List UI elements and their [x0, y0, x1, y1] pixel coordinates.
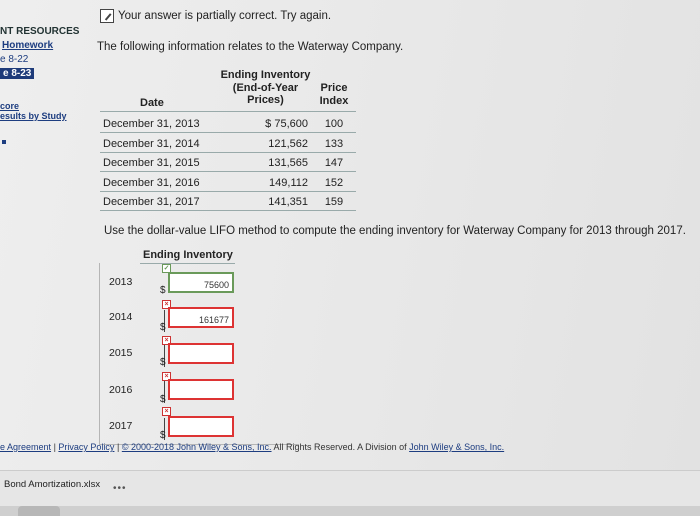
row-inventory: $ 75,600 — [265, 118, 308, 130]
currency-symbol: $ — [160, 430, 166, 441]
bottom-strip — [0, 506, 700, 516]
footer-rights-text: All Rights Reserved. A Division of — [273, 442, 407, 452]
status-message: Your answer is partially correct. Try ag… — [118, 10, 332, 22]
row-divider — [100, 132, 356, 133]
row-date: December 31, 2013 — [103, 118, 200, 130]
currency-symbol: $ — [160, 285, 166, 296]
currency-symbol: $ — [160, 322, 166, 333]
answer-year-2014: 2014 — [109, 311, 133, 323]
answer-year-2016: 2016 — [109, 384, 133, 396]
privacy-policy-link[interactable]: Privacy Policy — [58, 442, 114, 452]
column-header-date: Date — [140, 97, 164, 109]
column-header-price-index: Price Index — [314, 82, 354, 107]
answer-year-2017: 2017 — [109, 420, 133, 432]
row-index: 152 — [324, 177, 344, 189]
column-header-inventory: Ending Inventory (End-of-Year Prices) — [208, 69, 323, 107]
row-index: 100 — [324, 118, 344, 130]
column-header-inventory-line1: Ending Inventory — [220, 69, 311, 81]
row-date: December 31, 2017 — [103, 196, 200, 208]
row-inventory: 121,562 — [268, 138, 308, 150]
row-date: December 31, 2016 — [103, 177, 200, 189]
footer-separator: | — [53, 442, 56, 452]
answer-grid-left-line — [99, 263, 100, 445]
currency-symbol: $ — [160, 357, 166, 368]
answer-header-divider — [140, 263, 235, 264]
incorrect-x-icon: × — [162, 407, 171, 416]
answer-status: Your answer is partially correct. Try ag… — [100, 9, 331, 23]
row-inventory: 141,351 — [268, 196, 308, 208]
more-options-icon[interactable]: ••• — [113, 483, 127, 494]
copyright-link[interactable]: © 2000-2018 John Wiley & Sons, Inc. — [122, 442, 272, 452]
sidebar-score-label: core — [0, 101, 20, 111]
license-agreement-link[interactable]: e Agreement — [0, 442, 51, 452]
row-divider — [100, 171, 356, 172]
answer-year-2015: 2015 — [109, 347, 133, 359]
row-divider — [100, 152, 356, 153]
sidebar-item-e-8-22[interactable]: e 8-22 — [0, 54, 28, 65]
bottom-tab — [18, 506, 60, 516]
row-inventory: 131,565 — [268, 157, 308, 169]
footer-separator: | — [116, 442, 120, 452]
table-bottom-divider — [100, 210, 356, 211]
answer-column-header: Ending Inventory — [143, 249, 233, 261]
row-index: 133 — [324, 138, 344, 150]
problem-intro: The following information relates to the… — [97, 41, 404, 53]
homework-page: NT RESOURCES Homework e 8-22 e 8-23 core… — [0, 0, 700, 516]
ending-inventory-2015-input[interactable] — [168, 343, 234, 364]
ending-inventory-2014-input[interactable] — [168, 307, 234, 328]
column-header-price-index-line1: Price — [320, 82, 348, 94]
table-header-divider — [100, 111, 356, 112]
sidebar-homework-link[interactable]: Homework — [2, 40, 53, 51]
column-header-inventory-line3: Prices) — [247, 94, 284, 106]
ending-inventory-2013-input[interactable] — [168, 272, 234, 293]
ending-inventory-2016-input[interactable] — [168, 379, 234, 400]
problem-instruction: Use the dollar-value LIFO method to comp… — [104, 225, 686, 237]
column-header-price-index-line2: Index — [319, 94, 349, 107]
row-date: December 31, 2014 — [103, 138, 200, 150]
row-index: 159 — [324, 196, 344, 208]
ending-inventory-2017-input[interactable] — [168, 416, 234, 437]
sidebar-heading: NT RESOURCES — [0, 26, 80, 37]
row-inventory: 149,112 — [269, 177, 308, 189]
sidebar-results-link[interactable]: esults by Study — [0, 111, 67, 121]
row-index: 147 — [324, 157, 344, 169]
page-footer: e Agreement | Privacy Policy | © 2000-20… — [0, 442, 504, 452]
sidebar-marker — [2, 140, 6, 144]
row-date: December 31, 2015 — [103, 157, 200, 169]
currency-symbol: $ — [160, 394, 166, 405]
sidebar-item-e-8-23[interactable]: e 8-23 — [0, 68, 35, 79]
download-item-filename[interactable]: Bond Amortization.xlsx — [4, 479, 100, 490]
row-divider — [100, 191, 356, 192]
partially-correct-icon — [100, 9, 114, 23]
answer-year-2013: 2013 — [109, 276, 133, 288]
column-header-inventory-line2: (End-of-Year — [232, 81, 299, 94]
company-link[interactable]: John Wiley & Sons, Inc. — [409, 442, 504, 452]
